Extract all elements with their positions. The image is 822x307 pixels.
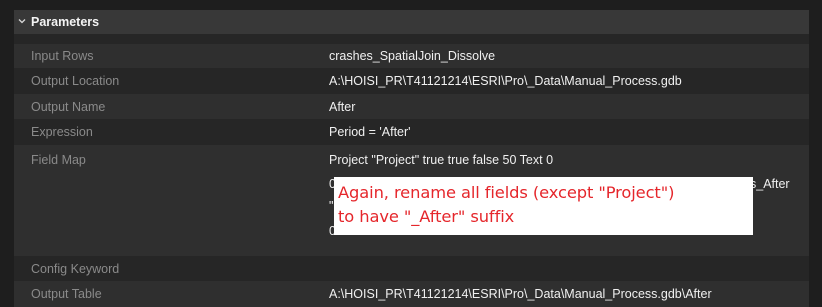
param-value[interactable]: crashes_SpatialJoin_Dissolve [329,49,495,63]
param-label: Field Map [31,153,86,167]
param-value[interactable]: Period = 'After' [329,125,411,139]
param-label: Config Keyword [31,262,120,276]
param-row-expression[interactable]: Expression Period = 'After' [14,119,809,145]
field-map-line: s_After [750,177,790,191]
field-map-line[interactable]: Project "Project" true true false 50 Tex… [329,153,553,167]
annotation-line: Again, rename all fields (except "Projec… [338,183,675,202]
param-row-output-table[interactable]: Output Table A:\HOISI_PR\T41121214\ESRI\… [14,281,809,307]
tool-properties-window: Parameters Input Rows crashes_SpatialJoi… [0,0,822,307]
param-label: Output Name [31,100,106,114]
param-row-output-name[interactable]: Output Name After [14,94,809,119]
param-label: Input Rows [31,49,94,63]
parameters-section-header[interactable]: Parameters [14,10,809,34]
param-row-input-rows[interactable]: Input Rows crashes_SpatialJoin_Dissolve [14,44,809,68]
field-map-line: " [329,199,334,213]
param-label: Output Table [31,287,102,301]
chevron-down-icon[interactable] [18,17,26,25]
annotation-line: to have "_After" suffix [338,207,515,226]
section-title: Parameters [31,15,100,29]
param-value[interactable]: After [329,100,355,114]
param-value[interactable]: A:\HOISI_PR\T41121214\ESRI\Pro\_Data\Man… [329,74,682,88]
param-value[interactable]: A:\HOISI_PR\T41121214\ESRI\Pro\_Data\Man… [329,287,712,301]
annotation-callout: Again, rename all fields (except "Projec… [334,177,753,235]
param-label: Expression [31,125,93,139]
param-row-config-keyword[interactable]: Config Keyword [14,256,809,281]
parameters-panel: Parameters Input Rows crashes_SpatialJoi… [14,10,809,307]
param-label: Output Location [31,74,120,88]
param-row-output-location[interactable]: Output Location A:\HOISI_PR\T41121214\ES… [14,68,809,94]
